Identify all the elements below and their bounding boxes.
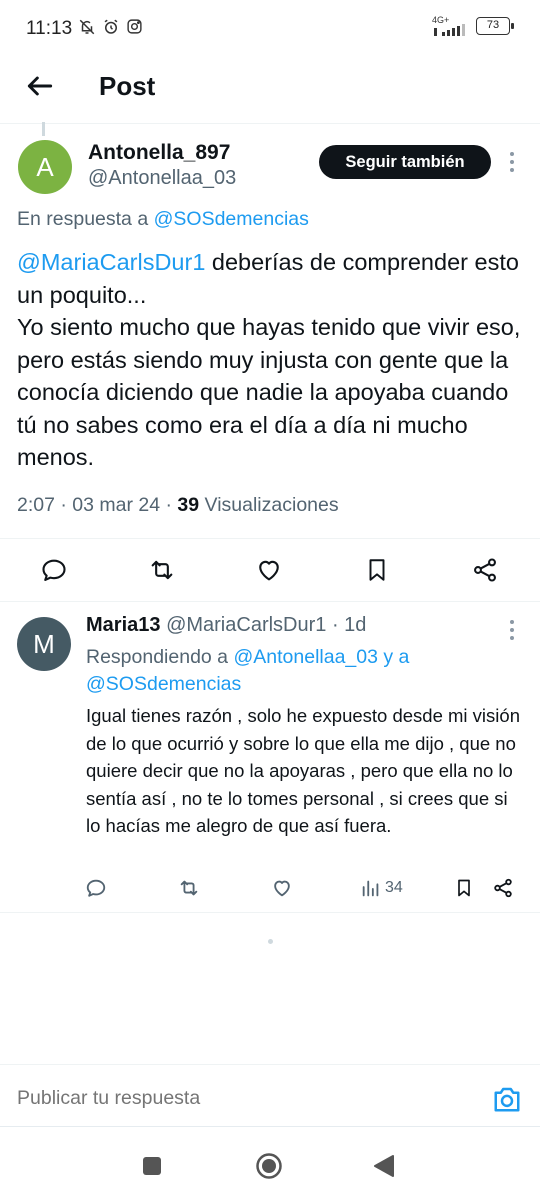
reply-prefix: En respuesta a [17,208,149,230]
reply-header: Maria13 @MariaCarlsDur1 · 1d [86,614,366,637]
bookmark-icon [369,559,385,581]
tweet-meta: 2:07 · 03 mar 24 · 39 Visualizaciones [17,494,339,517]
instagram-icon [127,19,142,34]
reply-composer [0,1064,540,1128]
author-handle[interactable]: @Antonellaa_03 [88,167,236,190]
home-button[interactable] [255,1152,283,1185]
reply-bookmark-button[interactable] [451,875,477,901]
status-bar: 11:13 4G+ 73 [0,0,540,58]
reply-button[interactable] [39,555,69,585]
back-triangle-icon [374,1155,394,1177]
mute-notifications-icon [79,19,95,35]
bookmark-icon [458,879,470,897]
avatar[interactable]: A [18,140,72,194]
alarm-icon [104,19,118,34]
battery-indicator: 73 [476,17,514,35]
bookmark-button[interactable] [362,555,392,585]
share-icon [494,878,512,898]
retweet-icon [151,560,173,580]
replying-prefix: Respondiendo a [86,646,229,668]
reply-icon [86,879,106,897]
mention-link[interactable]: @MariaCarlsDur1 [17,249,205,275]
reply-avatar[interactable]: M [17,617,71,671]
reply-views-button[interactable] [358,875,384,901]
camera-icon [494,1087,520,1112]
reply-context: En respuesta a @SOSdemencias [17,208,309,231]
share-icon [474,558,496,582]
reply-input[interactable] [17,1087,457,1110]
top-bar: Post [0,58,540,124]
tweet-timestamp[interactable]: 2:07 · 03 mar 24 · [17,494,172,516]
views-label[interactable]: Visualizaciones [205,494,339,516]
reply-retweet-button[interactable] [176,875,202,901]
views-icon [362,880,379,897]
divider [0,1126,540,1127]
reply-icon [42,559,66,581]
signal-icon [434,24,465,36]
views-count: 39 [177,494,200,516]
reply-handle-time[interactable]: @MariaCarlsDur1 · 1d [166,614,366,636]
reply-views-count: 34 [385,879,403,896]
network-indicator: 4G+ [432,16,466,36]
reply-more-options-icon[interactable] [509,620,515,640]
author-display-name[interactable]: Antonella_897 [88,141,230,165]
reply-to-link[interactable]: @SOSdemencias [154,208,309,230]
retweet-icon [180,880,198,896]
reply-actions: 34 [0,870,540,906]
divider [0,912,540,913]
follow-button[interactable]: Seguir también [319,145,491,179]
back-arrow-icon [27,76,53,96]
reply-reply-button[interactable] [83,875,109,901]
share-button[interactable] [470,555,500,585]
more-options-icon[interactable] [509,152,515,172]
reply-display-name[interactable]: Maria13 [86,614,161,636]
status-icons [78,18,143,36]
reply-like-button[interactable] [269,875,295,901]
thread-line [42,122,45,136]
loading-indicator [268,939,273,944]
like-icon [259,560,279,581]
home-circle-icon [256,1153,282,1179]
retweet-button[interactable] [147,555,177,585]
tweet-actions [0,538,540,602]
signal-battery: 4G+ 73 [432,16,514,36]
page-title: Post [99,71,156,101]
back-nav-button[interactable] [373,1154,395,1183]
square-icon [143,1157,161,1175]
like-icon [274,880,290,897]
like-button[interactable] [254,555,284,585]
tweet-text: @MariaCarlsDur1 deberías de comprender e… [17,246,527,474]
system-nav-bar [0,1130,540,1200]
tweet-body-text: deberías de comprender esto un poquito..… [17,249,521,470]
back-button[interactable] [24,70,56,102]
camera-button[interactable] [492,1085,522,1113]
replying-to: Respondiendo a @Antonellaa_03 y a @SOSde… [86,644,526,698]
reply-tweet-text: Igual tienes razón , solo he expuesto de… [86,705,520,836]
status-time: 11:13 [26,18,73,39]
reply-share-button[interactable] [490,875,516,901]
recent-apps-button[interactable] [142,1156,162,1181]
